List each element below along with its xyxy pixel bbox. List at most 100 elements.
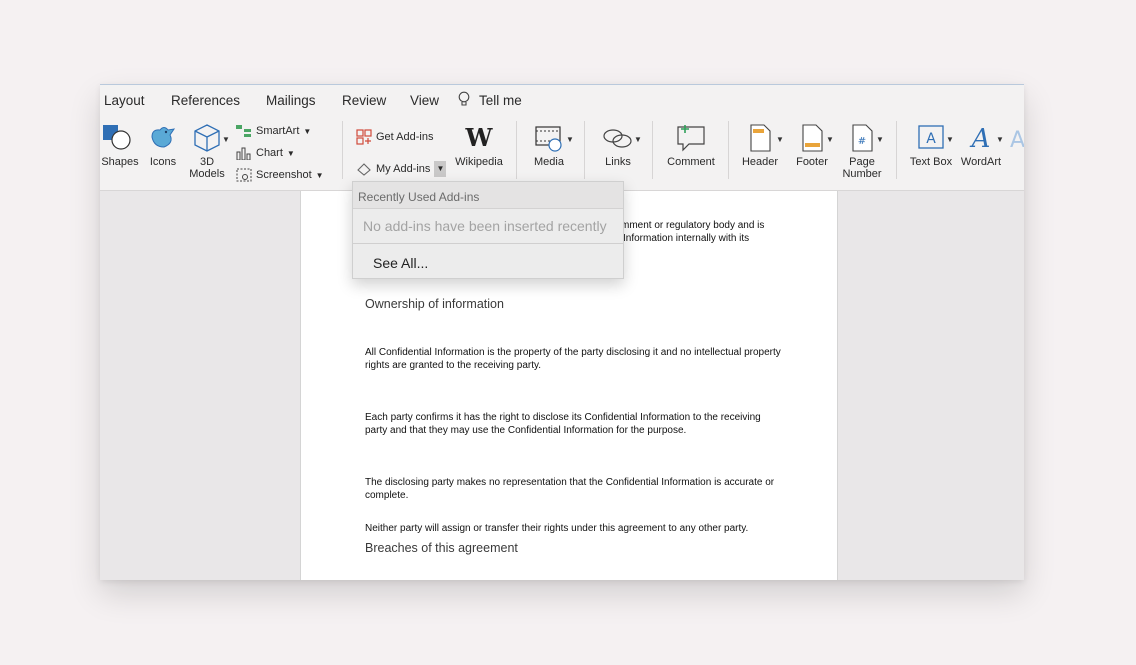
wordart-button[interactable]: A WordArt: [958, 123, 1004, 168]
my-addins-chevron-down-icon[interactable]: ▼: [434, 161, 447, 177]
cube-icon: [194, 124, 220, 152]
chevron-down-icon[interactable]: ▼: [996, 135, 1004, 144]
text-box-button[interactable]: A Text Box: [906, 123, 956, 168]
screenshot-label: Screenshot: [256, 169, 312, 181]
svg-text:#: #: [858, 136, 866, 147]
my-addins-button[interactable]: My Add-ins ▼: [356, 161, 447, 177]
links-label: Links: [605, 156, 631, 168]
paragraph: The disclosing party makes no representa…: [365, 477, 775, 501]
comment-button[interactable]: Comment: [662, 123, 720, 168]
wikipedia-button[interactable]: W Wikipedia: [452, 123, 506, 168]
ribbon: Layout References Mailings Review View T…: [100, 85, 1024, 191]
heading-ownership: Ownership of information: [365, 297, 504, 311]
ribbon-tabs: Layout References Mailings Review View T…: [100, 85, 1024, 115]
wordart-icon: A: [970, 124, 991, 154]
media-icon: [535, 126, 562, 152]
lightbulb-icon: [458, 91, 470, 106]
chevron-down-icon[interactable]: ▼: [634, 135, 642, 144]
screenshot-button[interactable]: Screenshot ▼: [236, 168, 324, 182]
my-addins-label: My Add-ins: [376, 163, 431, 175]
chart-label: Chart: [256, 147, 283, 159]
chevron-down-icon[interactable]: ▼: [826, 135, 834, 144]
wikipedia-icon: W: [465, 123, 494, 152]
page-number-label-1: Page: [849, 156, 875, 168]
tab-review[interactable]: Review: [342, 93, 386, 108]
header-button[interactable]: Header: [738, 123, 782, 168]
tell-me-search[interactable]: Tell me: [479, 93, 522, 108]
group-separator: [652, 121, 653, 179]
page-number-label-2: Number: [842, 168, 882, 180]
comment-icon: [677, 125, 705, 152]
footer-label: Footer: [796, 156, 828, 168]
chevron-down-icon[interactable]: ▼: [876, 135, 884, 144]
chart-button[interactable]: Chart ▼: [236, 146, 295, 160]
tab-view[interactable]: View: [410, 93, 439, 108]
comment-label: Comment: [667, 156, 715, 168]
chevron-down-icon[interactable]: ▼: [946, 135, 954, 144]
svg-text:A: A: [926, 131, 936, 147]
section-title: Recently Used Add-ins: [358, 190, 480, 204]
chevron-down-icon: ▼: [286, 148, 295, 158]
smartart-icon: [236, 125, 251, 137]
tab-references[interactable]: References: [171, 93, 240, 108]
3d-models-label-1: 3D: [199, 156, 215, 168]
partial-line: mment or regulatory body and is: [621, 220, 765, 231]
header-label: Header: [741, 156, 779, 168]
svg-text:A: A: [1010, 128, 1024, 153]
get-addins-label: Get Add-ins: [376, 131, 434, 143]
footer-icon: [802, 124, 823, 152]
wordart-label: WordArt: [960, 156, 1002, 168]
wikipedia-label: Wikipedia: [455, 156, 503, 168]
paragraph: All Confidential Information is the prop…: [365, 347, 781, 371]
group-separator: [342, 121, 343, 179]
header-icon: [750, 124, 771, 152]
media-button[interactable]: Media: [526, 123, 572, 168]
drop-cap-icon[interactable]: A: [1008, 125, 1024, 153]
screenshot-icon: [236, 168, 252, 182]
group-separator: [896, 121, 897, 179]
shapes-label: Shapes: [101, 156, 139, 168]
dropdown-divider: [353, 243, 623, 244]
addins-store-icon: [356, 129, 372, 145]
svg-text:A: A: [970, 124, 991, 153]
chart-icon: [236, 147, 251, 160]
shapes-button[interactable]: Shapes: [100, 123, 140, 168]
shapes-icon: [103, 125, 131, 150]
link-icon: [603, 129, 632, 148]
group-separator: [516, 121, 517, 179]
svg-text:W: W: [465, 123, 494, 152]
heading-breaches: Breaches of this agreement: [365, 541, 518, 555]
chevron-down-icon: ▼: [303, 126, 312, 136]
chevron-down-icon[interactable]: ▼: [566, 135, 574, 144]
icons-icon: [151, 127, 176, 148]
tab-mailings[interactable]: Mailings: [266, 93, 316, 108]
chevron-down-icon[interactable]: ▼: [222, 135, 230, 144]
3d-models-button[interactable]: 3D Models: [186, 123, 228, 180]
text-box-label: Text Box: [909, 156, 953, 168]
links-button[interactable]: Links: [594, 123, 642, 168]
page-number-icon: #: [852, 124, 873, 152]
dropdown-section-header: Recently Used Add-ins: [353, 182, 623, 209]
see-all-menu-item[interactable]: See All...: [373, 255, 428, 271]
partial-line: Information internally with its: [623, 233, 750, 244]
icons-button[interactable]: Icons: [146, 123, 180, 168]
smartart-button[interactable]: SmartArt ▼: [236, 124, 311, 138]
text-box-icon: A: [918, 125, 944, 149]
word-window: Layout References Mailings Review View T…: [100, 84, 1024, 580]
chevron-down-icon[interactable]: ▼: [776, 135, 784, 144]
addin-puzzle-icon: [357, 163, 371, 176]
page-number-button[interactable]: # Page Number: [840, 123, 884, 180]
get-addins-button[interactable]: Get Add-ins: [356, 129, 433, 145]
tab-layout[interactable]: Layout: [104, 93, 145, 108]
group-separator: [584, 121, 585, 179]
media-label: Media: [534, 156, 564, 168]
icons-label: Icons: [149, 156, 177, 168]
paragraph: Each party confirms it has the right to …: [365, 412, 761, 436]
empty-message: No add-ins have been inserted recently: [363, 218, 607, 234]
3d-models-label-2: Models: [189, 168, 225, 180]
chevron-down-icon: ▼: [315, 170, 324, 180]
paragraph: Neither party will assign or transfer th…: [365, 523, 749, 534]
my-addins-dropdown: Recently Used Add-ins No add-ins have be…: [352, 181, 624, 279]
smartart-label: SmartArt: [256, 125, 300, 137]
footer-button[interactable]: Footer: [790, 123, 834, 168]
